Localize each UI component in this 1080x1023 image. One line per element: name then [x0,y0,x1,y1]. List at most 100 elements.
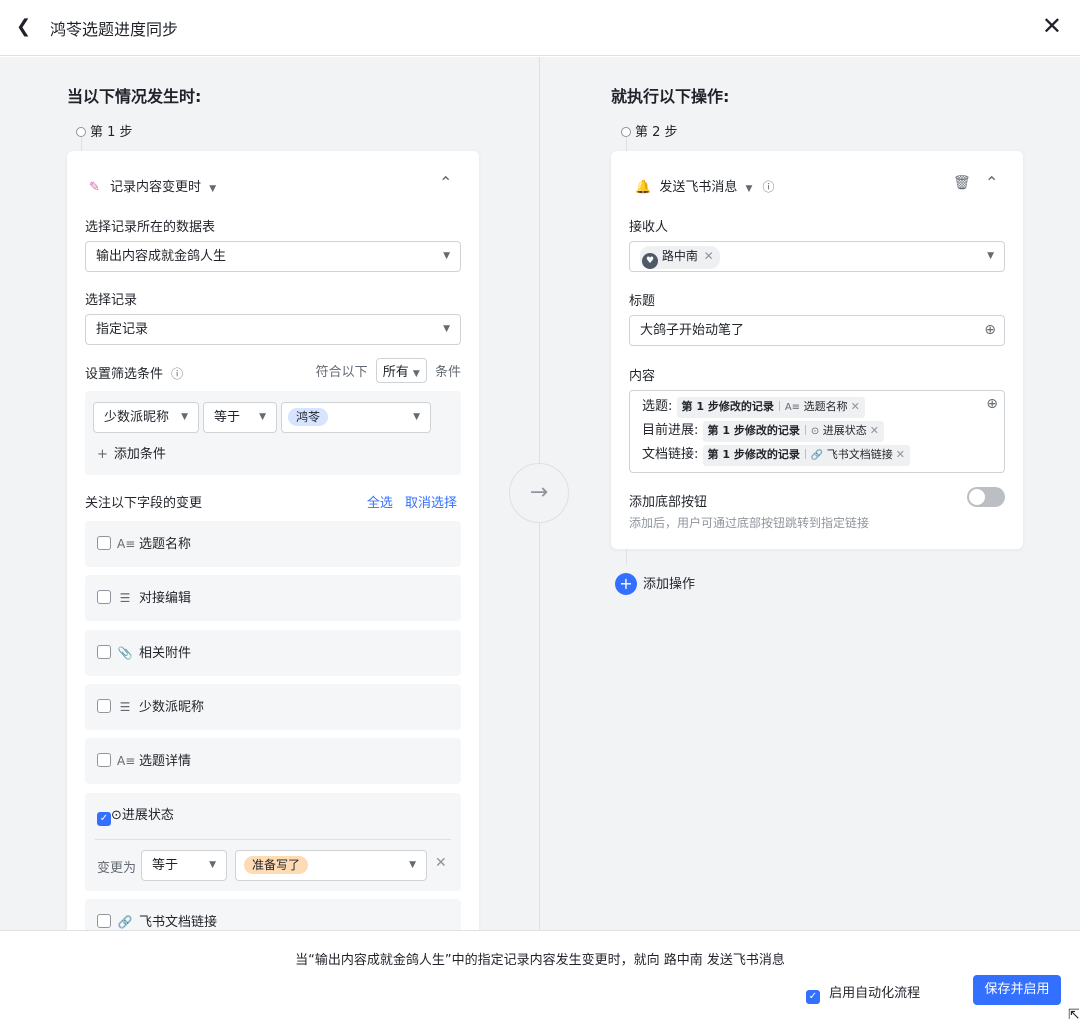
watch-field-row[interactable]: ☰ 少数派昵称 [85,684,461,730]
trigger-type-label: 记录内容变更时 [110,180,202,195]
content-editor[interactable]: 选题: 第 1 步修改的记录 A≡ 选题名称 ✕ 目前进展: 第 1 步修改的记录 ⊙… [629,390,1005,473]
checkbox[interactable] [97,645,111,659]
plus-icon: + [615,573,637,595]
record-select-value: 指定记录 [96,322,149,337]
field-label: 少数派昵称 [139,700,205,715]
caret-down-icon: ▼ [987,251,994,261]
row-separator [95,839,451,840]
content-prefix: 选题: [642,399,673,414]
checkbox-checked[interactable]: ✓ [806,990,820,1004]
close-icon[interactable]: ✕ [1042,12,1062,40]
deselect-link[interactable]: 取消选择 [405,496,457,511]
caret-down-icon: ▼ [443,251,450,261]
watch-field-row[interactable]: A≡ 选题名称 [85,521,461,567]
receiver-select[interactable]: ♥ 路中南 ✕ ▼ [629,241,1005,272]
save-enable-button[interactable]: 保存并启用 [973,975,1061,1005]
variable-chip[interactable]: 第 1 步修改的记录 A≡ 选题名称 ✕ [676,397,865,418]
receiver-label: 接收人 [629,220,669,235]
add-action-button[interactable]: + 添加操作 [615,573,695,595]
match-select-value: 所有 [382,365,409,380]
condition-field-value: 少数派昵称 [104,410,170,425]
record-select[interactable]: 指定记录 ▼ [85,314,461,345]
watch-field-row[interactable]: ☰ 对接编辑 [85,575,461,621]
condition-value-tag: 鸿苓 [288,408,329,426]
trigger-card: ✎ 记录内容变更时 ▼ ⌃ 选择记录所在的数据表 输出内容成就金鸽人生 ▼ 选择记… [67,151,479,930]
change-operator-select[interactable]: 等于 ▼ [141,850,227,881]
bottom-button-hint: 添加后，用户可通过底部按钮跳转到指定链接 [629,516,870,530]
condition-field-select[interactable]: 少数派昵称 ▼ [93,402,199,433]
field-label: 选题名称 [139,537,192,552]
caret-down-icon: ▼ [413,412,420,422]
watch-field-row[interactable]: ✓ ⊙进展状态 [97,793,174,839]
info-icon[interactable]: ⓘ [171,367,183,381]
condition-operator-select[interactable]: 等于 ▼ [203,402,277,433]
select-all-link[interactable]: 全选 [367,496,393,511]
remove-icon[interactable]: ✕ [704,249,714,263]
remove-icon[interactable]: ✕ [435,855,447,871]
action-type-label: 发送飞书消息 [659,180,738,195]
step-1-label: 第 1 步 [76,121,133,140]
checkbox[interactable] [97,699,111,713]
trash-icon[interactable]: 🗑 [953,175,971,191]
chip-separator [778,401,780,411]
table-select[interactable]: 输出内容成就金鸽人生 ▼ [85,241,461,272]
field-label: 对接编辑 [139,591,192,606]
title-input[interactable]: 大鸽子开始动笔了 ⊕ [629,315,1005,346]
single-select-icon: ⊙ [111,808,122,823]
checkbox-checked[interactable]: ✓ [97,812,111,826]
chip-source: 第 1 步修改的记录 [707,424,800,437]
add-condition-label: 添加条件 [113,447,166,462]
trigger-type-selector[interactable]: ✎ 记录内容变更时 ▼ [89,176,216,195]
condition-operator-value: 等于 [214,410,241,425]
match-prefix: 符合以下 [315,365,368,380]
record-label: 选择记录 [85,293,138,308]
bottom-button-label: 添加底部按钮 [629,495,708,510]
watch-field-row-expanded: ✓ ⊙进展状态 变更为 等于 ▼ 准备写了 ▼ ✕ [85,793,461,891]
add-variable-icon[interactable]: ⊕ [984,316,996,345]
remove-icon[interactable]: ✕ [896,448,905,461]
add-variable-icon[interactable]: ⊕ [986,396,998,412]
add-condition-button[interactable]: + 添加条件 [97,443,166,462]
watch-field-row[interactable]: 📎 相关附件 [85,630,461,676]
variable-chip[interactable]: 第 1 步修改的记录 ⊙ 进展状态 ✕ [702,421,884,442]
change-value-select[interactable]: 准备写了 ▼ [235,850,427,881]
chip-source: 第 1 步修改的记录 [707,448,800,461]
content-prefix: 文档链接: [642,447,699,462]
title-label: 标题 [629,294,656,309]
content-prefix: 目前进展: [642,423,699,438]
caret-down-icon: ▼ [412,369,420,379]
pencil-icon: ✎ [89,180,100,195]
workflow-canvas: 当以下情况发生时: 第 1 步 ✎ 记录内容变更时 ▼ ⌃ 选择记录所在的数据表… [0,57,1080,930]
action-type-selector[interactable]: 🔔 发送飞书消息 ▼ ⓘ [635,176,775,195]
text-field-icon: A≡ [117,754,136,768]
step-1-text: 第 1 步 [90,125,133,140]
match-select[interactable]: 所有 ▼ [375,358,427,383]
remove-icon[interactable]: ✕ [870,424,879,437]
caret-down-icon: ▼ [181,412,188,422]
toggle-knob [969,489,985,505]
flow-arrow-icon: → [509,463,569,523]
info-icon[interactable]: ⓘ [763,180,775,194]
single-select-icon: ⊙ [810,426,820,437]
enable-flow-checkbox[interactable]: ✓ 启用自动化流程 [806,982,920,1004]
checkbox[interactable] [97,536,111,550]
checkbox[interactable] [97,914,111,928]
bottom-button-toggle[interactable] [967,487,1005,507]
flow-summary: 当“输出内容成就金鸽人生”中的指定记录内容发生变更时，就向 路中南 发送飞书消息 [295,953,785,968]
condition-value-select[interactable]: 鸿苓 ▼ [281,402,431,433]
checkbox[interactable] [97,753,111,767]
bell-icon: 🔔 [635,180,652,195]
receiver-chip: ♥ 路中南 ✕ [640,246,720,269]
checkbox[interactable] [97,590,111,604]
field-label: 相关附件 [139,646,192,661]
chip-separator [804,425,806,435]
remove-icon[interactable]: ✕ [851,400,860,413]
back-arrow-icon[interactable]: ❮ [16,16,31,37]
collapse-chevron-icon[interactable]: ⌃ [985,173,998,192]
watch-field-row[interactable]: 🔗 飞书文档链接 [85,899,461,930]
watch-field-row[interactable]: A≡ 选题详情 [85,738,461,784]
caret-down-icon: ▼ [409,860,416,870]
collapse-chevron-icon[interactable]: ⌃ [439,173,452,192]
top-bar: ❮ 鸿苓选题进度同步 ✕ [0,0,1080,56]
variable-chip[interactable]: 第 1 步修改的记录 🔗 飞书文档链接 ✕ [702,445,911,466]
